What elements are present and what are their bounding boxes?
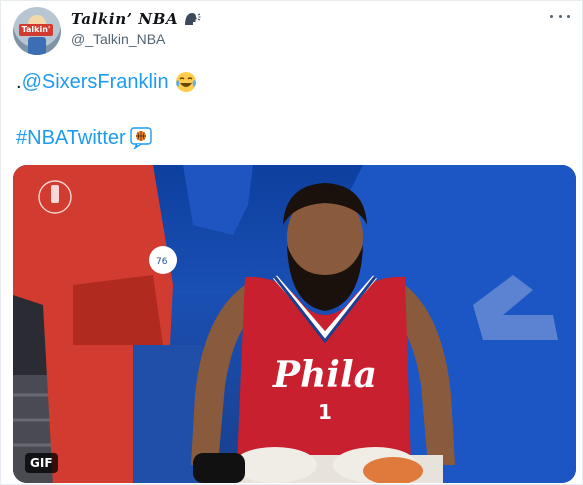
face-with-tears-of-joy-icon	[175, 72, 196, 92]
avatar-badge: Talkin'	[19, 24, 53, 36]
gif-badge: GIF	[25, 453, 58, 473]
gif-media[interactable]: 76 Phila 1 GIF	[13, 165, 576, 483]
tweet-line-1: . @SixersFranklin	[16, 68, 197, 96]
avatar-jersey	[28, 37, 46, 55]
avatar[interactable]: Talkin'	[13, 7, 61, 55]
tweet-text: . @SixersFranklin #NBATwitter	[16, 68, 197, 149]
hashtag-link[interactable]: #NBATwitter	[16, 124, 126, 152]
nba-basketball-icon	[129, 127, 152, 149]
author-name-row[interactable]: Talkin’ NBA	[71, 10, 201, 28]
tweet-card[interactable]: Talkin' Talkin’ NBA @_Talkin_NBA . @Sixe…	[0, 0, 583, 485]
jersey-logo-76: 76	[156, 257, 168, 267]
more-icon[interactable]	[550, 9, 570, 23]
jersey-text: Phila	[272, 354, 377, 396]
handle[interactable]: @_Talkin_NBA	[71, 31, 165, 47]
tweet-line-2: #NBATwitter	[16, 124, 152, 152]
gif-frame: 76 Phila 1	[13, 165, 576, 483]
mention-link[interactable]: @SixersFranklin	[22, 68, 169, 96]
display-name[interactable]: Talkin’ NBA	[71, 10, 178, 28]
jersey-number: 1	[318, 400, 332, 424]
speaking-head-icon	[185, 13, 201, 25]
